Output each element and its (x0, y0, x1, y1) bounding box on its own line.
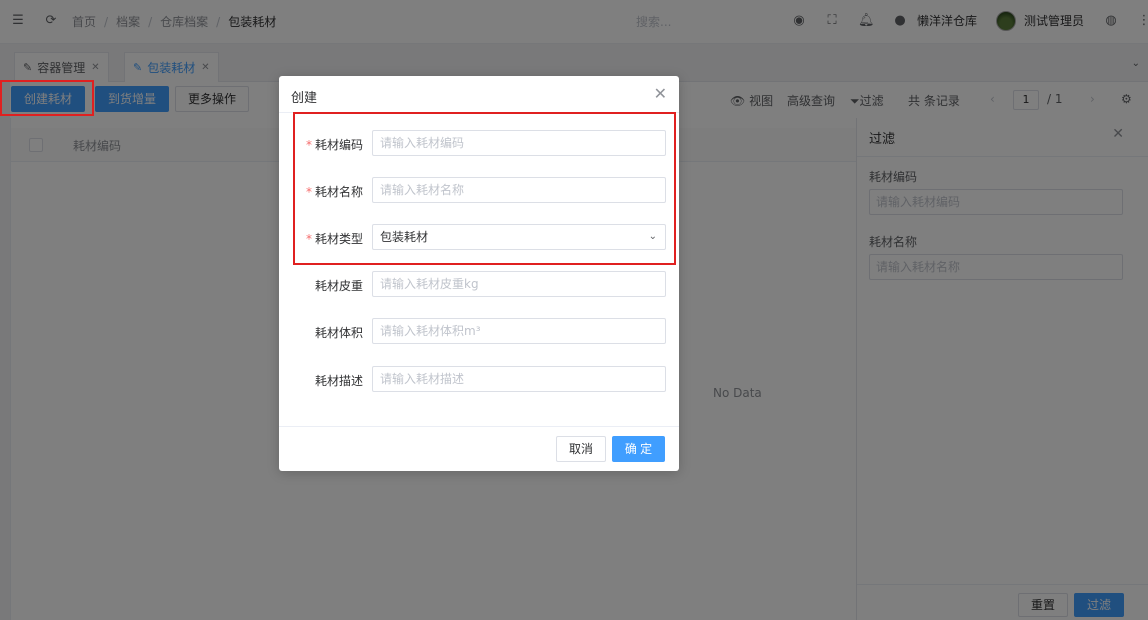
field-label: 耗材皮重 (314, 279, 363, 293)
field-label: * 耗材编码 (279, 136, 363, 153)
material-type-select[interactable]: 包装耗材 ⌄ (372, 224, 666, 250)
divider (279, 426, 679, 427)
material-volume-input[interactable]: 请输入耗材体积m³ (372, 318, 666, 344)
divider (279, 112, 679, 113)
required-mark: * (305, 232, 312, 246)
material-name-input[interactable]: 请输入耗材名称 (372, 177, 666, 203)
field-label: 耗材描述 (314, 374, 363, 388)
chevron-down-icon: ⌄ (648, 231, 657, 242)
select-value: 包装耗材 (380, 230, 429, 244)
field-label-text: 耗材类型 (314, 232, 363, 246)
create-dialog: 创建 ✕ * 耗材编码 请输入耗材编码 * 耗材名称 请输入耗材名称 * 耗材类型 包… (279, 76, 679, 471)
close-icon[interactable]: ✕ (654, 84, 667, 103)
dialog-title: 创建 (291, 91, 318, 106)
material-tare-weight-input[interactable]: 请输入耗材皮重kg (372, 271, 666, 297)
required-mark: * (305, 138, 312, 152)
field-label: 耗材体积 (314, 326, 363, 340)
material-description-input[interactable]: 请输入耗材描述 (372, 366, 666, 392)
field-label: * 耗材类型 (279, 230, 363, 247)
required-mark: * (305, 185, 312, 199)
field-label-text: 耗材编码 (314, 138, 363, 152)
field-label: * 耗材名称 (279, 183, 363, 200)
material-code-input[interactable]: 请输入耗材编码 (372, 130, 666, 156)
confirm-button[interactable]: 确 定 (612, 436, 665, 462)
field-label-text: 耗材名称 (314, 185, 363, 199)
cancel-button[interactable]: 取消 (556, 436, 607, 462)
